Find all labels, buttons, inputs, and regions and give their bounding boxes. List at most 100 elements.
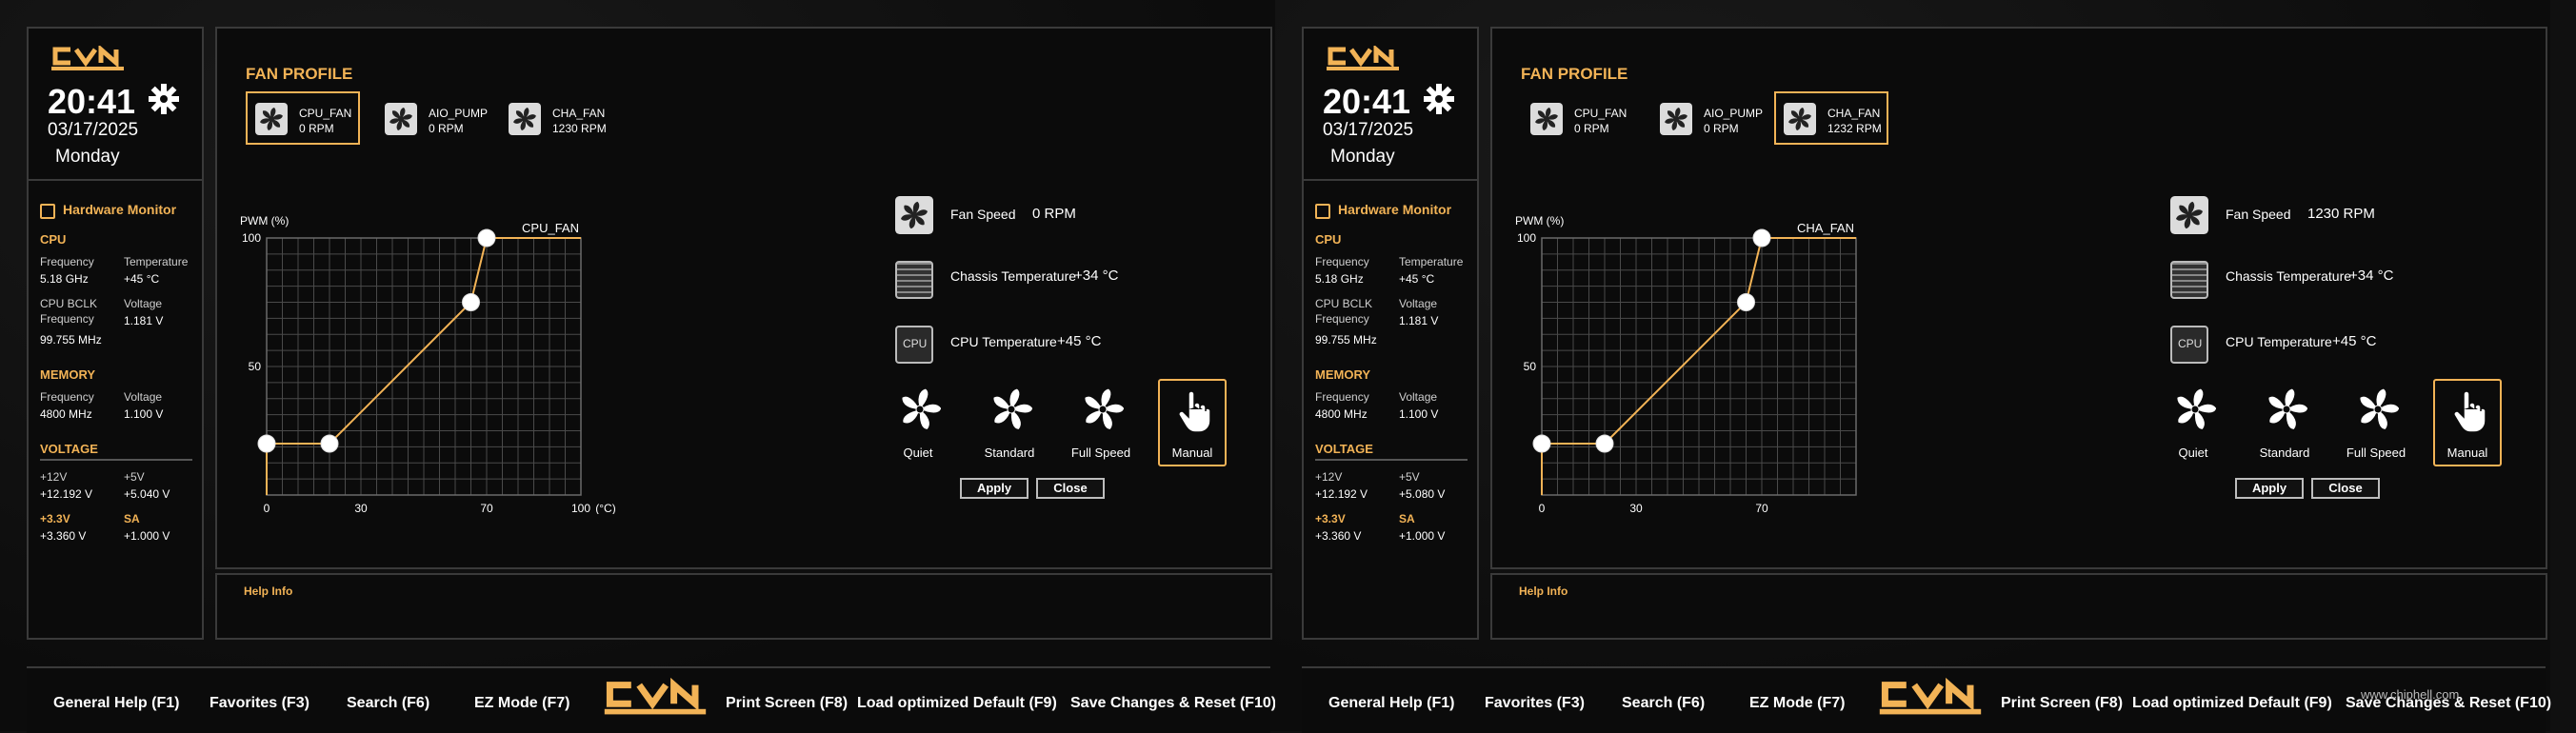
fan-profile-panel: FAN PROFILE CPU_FAN 0 RPM AIO_PUMP 0 RPM… (215, 27, 1272, 569)
save-reset-button[interactable]: Save Changes & Reset (F10) (1070, 695, 1276, 712)
mem-freq-value: 4800 MHz (1315, 407, 1368, 421)
sa-label: SA (124, 512, 140, 525)
apply-button[interactable]: Apply (2235, 478, 2304, 499)
gear-icon[interactable] (145, 80, 183, 118)
y-tick-label: 100 (242, 231, 261, 245)
fan-tab-name: CPU_FAN (1574, 107, 1627, 120)
y-axis-label: PWM (%) (1515, 214, 1564, 228)
fan-tab-aio-pump[interactable]: AIO_PUMP 0 RPM (375, 91, 489, 145)
v33-label: +3.3V (40, 512, 70, 525)
brand-logo (1325, 44, 1401, 79)
mode-quiet[interactable]: Quiet (884, 379, 952, 466)
gear-icon[interactable] (1420, 80, 1458, 118)
divider (29, 179, 202, 181)
fan-tab-cha[interactable]: CHA_FAN 1230 RPM (499, 91, 613, 145)
curve-control-point[interactable] (462, 293, 480, 311)
v33-value: +3.360 V (40, 529, 87, 543)
curve-control-point[interactable] (1595, 434, 1614, 453)
bclk-value: 99.755 MHz (1315, 333, 1377, 347)
fan-speed-icon (2170, 196, 2208, 234)
day-text: Monday (55, 147, 120, 167)
curve-control-point[interactable] (1752, 228, 1771, 248)
load-default-button[interactable]: Load optimized Default (F9) (857, 695, 1057, 712)
cpu-volt-label: Voltage (1399, 297, 1438, 310)
mode-manual[interactable]: Manual (1158, 379, 1227, 466)
day-text: Monday (1330, 147, 1395, 167)
mode-full-speed[interactable]: Full Speed (2342, 379, 2410, 466)
fan-tab-rpm: 1230 RPM (552, 122, 607, 135)
fan-profile-title: FAN PROFILE (1521, 65, 1628, 83)
close-button[interactable]: Close (1036, 478, 1105, 499)
cpu-icon: CPU (2170, 326, 2208, 364)
cpu-temp-label: Temperature (1399, 255, 1464, 268)
load-default-button[interactable]: Load optimized Default (F9) (2132, 695, 2332, 712)
voltage-title: VOLTAGE (40, 442, 98, 456)
y-tick-label: 100 (1517, 231, 1536, 245)
voltage-divider (40, 459, 192, 461)
cpu-temp-value: +45 °C (124, 272, 160, 286)
hand-pointer-icon (2450, 388, 2488, 439)
mem-volt-value: 1.100 V (1399, 407, 1439, 421)
mode-full-speed[interactable]: Full Speed (1067, 379, 1135, 466)
curve-control-point[interactable] (257, 434, 276, 453)
search-button[interactable]: Search (F6) (1622, 695, 1705, 712)
fan-curve-chart[interactable]: PWM (%) CPU_FAN 100 50 0 30 70 100 (°C) (217, 200, 846, 514)
chassis-icon (895, 261, 933, 299)
curve-control-point[interactable] (1737, 293, 1755, 311)
chart-grid (266, 237, 582, 496)
mode-label: Quiet (903, 446, 933, 460)
mode-label: Standard (2259, 446, 2310, 460)
mode-quiet[interactable]: Quiet (2159, 379, 2227, 466)
general-help-button[interactable]: General Help (F1) (53, 695, 179, 712)
memory-title: MEMORY (40, 367, 96, 382)
sa-label: SA (1399, 512, 1415, 525)
y-axis-label: PWM (%) (240, 214, 289, 228)
search-button[interactable]: Search (F6) (347, 695, 429, 712)
fan-speed-value: 0 RPM (1032, 206, 1076, 222)
fan-blades-icon (990, 386, 1034, 439)
left-panel: 20:41 03/17/2025 Monday Hardware Monitor… (27, 27, 204, 640)
v5-value: +5.080 V (1399, 487, 1446, 501)
fan-tab-name: AIO_PUMP (1704, 107, 1764, 120)
mode-label: Manual (2446, 446, 2488, 460)
fan-curve-chart[interactable]: PWM (%) CHA_FAN 100 50 0 30 70 (1492, 200, 2121, 514)
fan-tab-cpu[interactable]: CPU_FAN 0 RPM (246, 91, 360, 145)
favorites-button[interactable]: Favorites (F3) (1485, 695, 1585, 712)
cpu-volt-value: 1.181 V (124, 314, 164, 327)
mode-label: Full Speed (2346, 446, 2406, 460)
print-screen-button[interactable]: Print Screen (F8) (2001, 695, 2123, 712)
favorites-button[interactable]: Favorites (F3) (210, 695, 310, 712)
bclk-label: CPU BCLK (40, 297, 98, 310)
curve-control-point[interactable] (477, 228, 496, 248)
left-panel: 20:41 03/17/2025 Monday Hardware Monitor… (1302, 27, 1479, 640)
bclk-value: 99.755 MHz (40, 333, 102, 347)
mode-standard[interactable]: Standard (2250, 379, 2319, 466)
fan-blades-icon (2357, 386, 2401, 439)
bottom-logo (602, 677, 709, 726)
curve-control-point[interactable] (320, 434, 339, 453)
fan-tab-cpu[interactable]: CPU_FAN 0 RPM (1521, 91, 1635, 145)
ez-mode-button[interactable]: EZ Mode (F7) (474, 695, 569, 712)
x-tick-label: 70 (480, 502, 493, 514)
apply-button[interactable]: Apply (960, 478, 1028, 499)
voltage-title: VOLTAGE (1315, 442, 1373, 456)
mode-manual[interactable]: Manual (2433, 379, 2502, 466)
mode-standard[interactable]: Standard (975, 379, 1044, 466)
v5-label: +5V (124, 470, 145, 484)
print-screen-button[interactable]: Print Screen (F8) (726, 695, 848, 712)
curve-control-point[interactable] (1532, 434, 1551, 453)
chip-icon (1315, 204, 1330, 219)
fan-tab-rpm: 0 RPM (429, 122, 464, 135)
mode-label: Quiet (2178, 446, 2208, 460)
fan-tab-cha[interactable]: CHA_FAN 1232 RPM (1774, 91, 1888, 145)
fan-tab-aio-pump[interactable]: AIO_PUMP 0 RPM (1650, 91, 1765, 145)
close-button[interactable]: Close (2311, 478, 2380, 499)
general-help-button[interactable]: General Help (F1) (1328, 695, 1454, 712)
ez-mode-button[interactable]: EZ Mode (F7) (1749, 695, 1845, 712)
cpu-temp-value: +45 °C (1057, 333, 1102, 349)
cpu-title: CPU (1315, 232, 1342, 247)
fan-blades-icon (2174, 386, 2218, 439)
bottom-logo (1877, 677, 1984, 726)
hand-pointer-icon (1175, 388, 1213, 439)
v12-label: +12V (40, 470, 68, 484)
